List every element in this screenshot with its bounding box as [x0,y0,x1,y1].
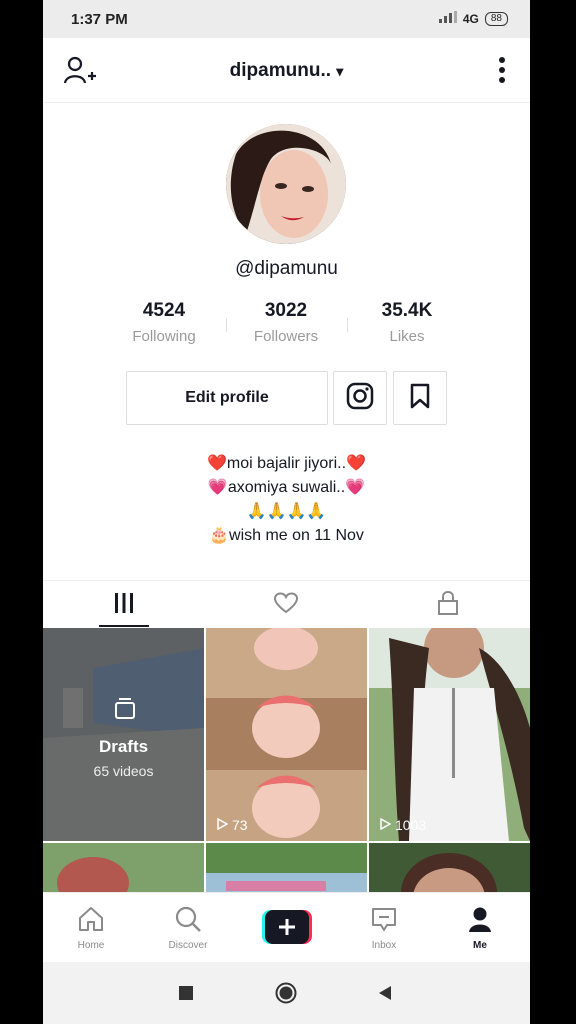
avatar[interactable] [226,124,346,244]
status-bar: 1:37 PM 4G 88 [43,0,530,38]
system-navigation-bar [43,962,530,1024]
stat-label: Followers [253,328,319,345]
nav-inbox[interactable]: Inbox [344,893,424,963]
profile-bio: ❤️moi bajalir jiyori..❤️ 💗axomiya suwali… [43,452,530,548]
bookmark-icon [410,383,430,414]
nav-home[interactable]: Home [51,893,131,963]
username-dropdown[interactable]: dipamunu.. ▾ [43,60,530,82]
profile-icon [466,905,494,938]
heart-icon [273,591,299,619]
status-icons: 4G 88 [438,11,508,26]
drafts-overlay [43,628,204,841]
profile-stats: 4524 Following 3022 Followers 35.4K Like… [43,300,530,350]
search-icon [174,905,202,938]
edit-profile-button[interactable]: Edit profile [126,371,328,425]
stat-followers[interactable]: 3022 Followers [226,300,346,345]
play-icon [216,817,229,833]
drafts-title: Drafts [98,737,149,756]
bio-line: 💗axomiya suwali..💗 [207,479,366,496]
profile-header: dipamunu.. ▾ [43,38,530,103]
bio-line: ❤️moi bajalir jiyori..❤️ [207,455,366,472]
grid-icon [113,592,135,618]
tab-liked[interactable] [205,581,367,629]
drafts-icon [113,696,137,725]
battery-icon: 88 [484,11,508,26]
create-button[interactable] [262,910,312,944]
instagram-button[interactable] [333,371,387,425]
nav-label: Me [473,940,487,951]
drafts-tile[interactable]: Drafts 65 videos [43,628,204,841]
tab-videos[interactable] [43,581,205,629]
instagram-icon [346,382,374,415]
home-circle-icon[interactable] [275,982,297,1009]
play-icon [379,817,392,833]
profile-tabs [43,580,530,629]
stat-likes[interactable]: 35.4K Likes [347,300,467,345]
nav-label: Inbox [371,940,397,951]
chevron-down-icon: ▾ [336,63,344,79]
stat-value: 3022 [264,300,308,321]
stat-following[interactable]: 4524 Following [104,300,224,345]
view-count: 73 [216,817,248,833]
inbox-icon [370,905,398,938]
stat-label: Following [132,328,196,345]
network-label: 4G [462,11,479,26]
video-grid: Drafts 65 videos 73 1003 [43,628,530,903]
active-tab-indicator [99,625,149,627]
stat-value: 35.4K [381,300,433,321]
username-label: dipamunu.. [229,60,331,81]
profile-handle: @dipamunu [235,258,338,279]
signal-icon [438,11,457,26]
bio-line: 🎂wish me on 11 Nov [209,527,364,544]
phone-screen: 1:37 PM 4G 88 dipamunu.. ▾ @dipamunu 452… [43,0,530,1024]
favorites-button[interactable] [393,371,447,425]
drafts-count: 65 videos [93,763,154,779]
recents-icon[interactable] [179,986,193,1005]
back-icon[interactable] [378,985,392,1006]
nav-me[interactable]: Me [440,893,520,963]
bio-line: 🙏🙏🙏🙏 [246,503,327,520]
lock-icon [437,590,459,620]
home-icon [77,905,105,938]
nav-label: Discover [168,940,208,951]
nav-label: Home [77,940,105,951]
nav-discover[interactable]: Discover [148,893,228,963]
bottom-nav: Home Discover Inbox Me [43,892,530,963]
view-count-label: 73 [232,817,248,833]
video-thumbnail[interactable]: 1003 [369,628,530,841]
tab-private[interactable] [367,581,529,629]
view-count: 1003 [379,817,426,833]
status-time: 1:37 PM [71,11,128,28]
view-count-label: 1003 [395,817,427,833]
more-options-icon[interactable] [498,56,506,89]
video-thumbnail[interactable]: 73 [206,628,367,841]
stat-label: Likes [389,328,425,345]
stat-value: 4524 [142,300,186,321]
